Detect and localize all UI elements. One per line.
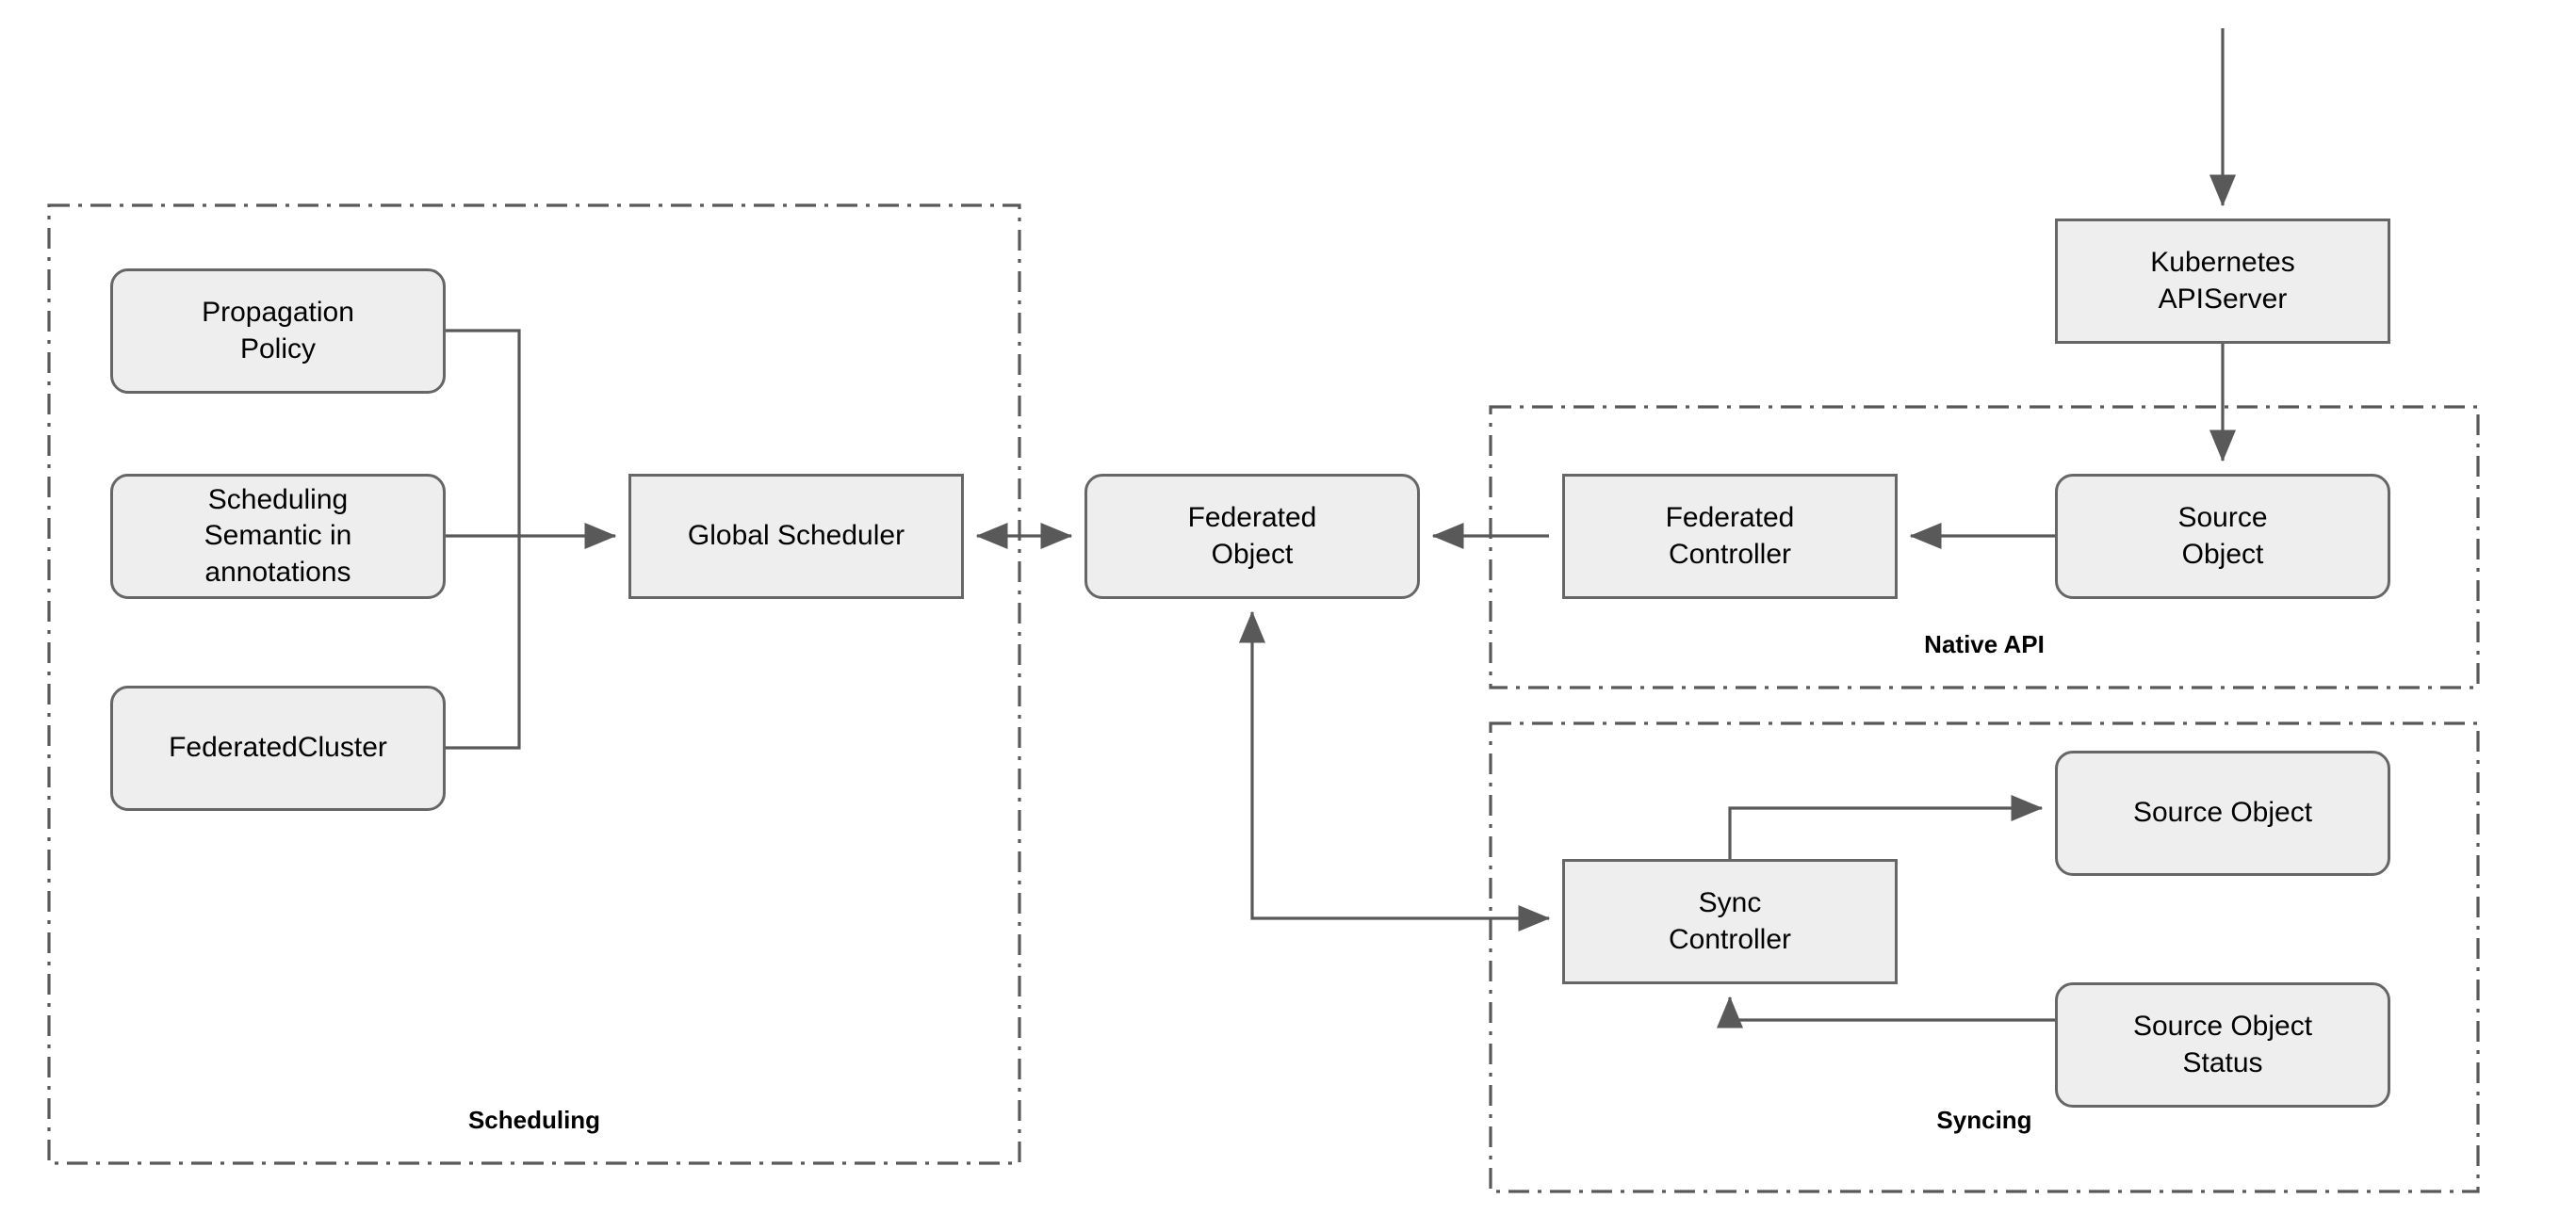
- node-label: Kubernetes APIServer: [2150, 247, 2295, 315]
- edge-federated-cluster-to-trunk: [446, 536, 521, 750]
- edge-federated-object-to-sync: [1238, 610, 1551, 932]
- node-federated_cluster[interactable]: FederatedCluster: [110, 686, 446, 811]
- group-label-native_api_label: Native API: [1924, 630, 2045, 658]
- edge-sync-to-source-object: [1728, 794, 2044, 859]
- node-source_object_status[interactable]: Source Object Status: [2055, 982, 2390, 1108]
- node-label: Source Object: [2177, 502, 2268, 570]
- node-propagation_policy[interactable]: Propagation Policy: [110, 268, 446, 394]
- node-label: Propagation Policy: [202, 297, 354, 364]
- group-label-scheduling_label: Scheduling: [467, 1106, 601, 1134]
- node-source_object_sync[interactable]: Source Object: [2055, 751, 2390, 876]
- node-source_object_native[interactable]: Source Object: [2055, 474, 2390, 599]
- node-label: Source Object Status: [2132, 1011, 2313, 1078]
- node-label: Scheduling Semantic in annotations: [204, 483, 352, 588]
- diagram-canvas: Propagation Policy Scheduling Semantic in…: [0, 0, 2576, 1215]
- node-global_scheduler[interactable]: Global Scheduler: [628, 474, 964, 599]
- node-scheduling_semantic[interactable]: Scheduling Semantic in annotations: [110, 474, 446, 599]
- edge-propagation-policy-to-trunk: [446, 329, 521, 536]
- node-label: Federated Controller: [1665, 502, 1795, 570]
- node-label: Federated Object: [1187, 502, 1317, 570]
- node-label: Sync Controller: [1668, 887, 1792, 955]
- node-label: Global Scheduler: [687, 520, 905, 552]
- node-federated_object[interactable]: Federated Object: [1084, 474, 1420, 599]
- edge-status-to-sync-controller: [1716, 996, 2055, 1029]
- node-label: Source Object: [2132, 797, 2313, 829]
- node-federated_controller[interactable]: Federated Controller: [1562, 474, 1898, 599]
- node-label: FederatedCluster: [169, 732, 387, 764]
- node-kubernetes_apiserver[interactable]: Kubernetes APIServer: [2055, 219, 2390, 344]
- node-sync_controller[interactable]: Sync Controller: [1562, 859, 1898, 984]
- group-label-syncing_label: Syncing: [1936, 1106, 2032, 1134]
